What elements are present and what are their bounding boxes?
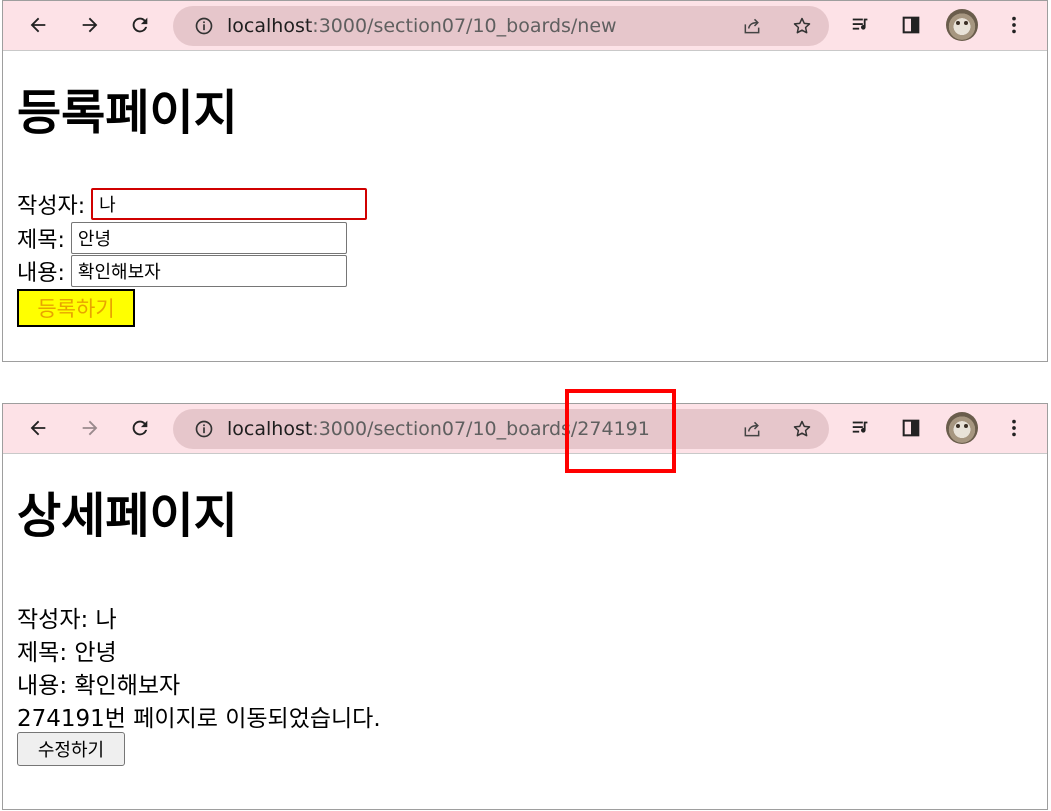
- forward-button[interactable]: [75, 10, 105, 40]
- browser-toolbar: localhost:3000/section07/10_boards/27419…: [3, 404, 1047, 454]
- reload-icon: [132, 420, 148, 436]
- browser-window-new: localhost:3000/section07/10_boards/new 등…: [2, 0, 1048, 362]
- detail-writer: 작성자: 나: [17, 607, 117, 633]
- url-path: :3000/section07/10_boards/274191: [312, 418, 650, 440]
- kebab-menu-icon: [1012, 419, 1016, 437]
- address-bar[interactable]: localhost:3000/section07/10_boards/new: [173, 6, 829, 46]
- media-queue-button[interactable]: [846, 413, 876, 443]
- share-icon[interactable]: [741, 418, 763, 440]
- url-host: localhost: [227, 418, 313, 440]
- url-host: localhost: [227, 15, 313, 37]
- share-icon[interactable]: [741, 15, 763, 37]
- menu-button[interactable]: [999, 10, 1029, 40]
- side-panel-button[interactable]: [896, 10, 926, 40]
- content-label: 내용:: [17, 261, 65, 286]
- address-bar[interactable]: localhost:3000/section07/10_boards/27419…: [173, 409, 829, 449]
- writer-input[interactable]: [91, 188, 368, 220]
- reload-button[interactable]: [125, 413, 155, 443]
- moved-message: 274191번 페이지로 이동되었습니다.: [17, 706, 381, 732]
- star-icon[interactable]: [791, 15, 813, 37]
- url-text[interactable]: localhost:3000/section07/10_boards/27419…: [227, 418, 650, 440]
- arrow-left-icon: [30, 420, 46, 436]
- detail-title: 제목: 안녕: [17, 640, 117, 666]
- title-row: 제목:: [17, 222, 347, 254]
- arrow-right-icon: [82, 420, 98, 436]
- url-path: :3000/section07/10_boards/new: [312, 15, 617, 37]
- writer-row: 작성자:: [17, 188, 368, 220]
- submit-button[interactable]: 등록하기: [17, 289, 135, 327]
- url-text[interactable]: localhost:3000/section07/10_boards/new: [227, 15, 617, 37]
- back-button[interactable]: [23, 10, 53, 40]
- edit-button[interactable]: 수정하기: [17, 732, 125, 766]
- side-panel-icon: [902, 16, 920, 34]
- title-input[interactable]: [70, 222, 347, 254]
- back-button[interactable]: [23, 413, 53, 443]
- media-queue-button[interactable]: [846, 10, 876, 40]
- browser-window-detail: localhost:3000/section07/10_boards/27419…: [2, 403, 1048, 810]
- profile-avatar[interactable]: [946, 412, 978, 444]
- menu-button[interactable]: [999, 413, 1029, 443]
- content-input[interactable]: [70, 255, 347, 287]
- browser-toolbar: localhost:3000/section07/10_boards/new: [3, 1, 1047, 51]
- side-panel-button[interactable]: [896, 413, 926, 443]
- content-row: 내용:: [17, 255, 347, 287]
- forward-button[interactable]: [75, 413, 105, 443]
- page-title: 상세페이지: [17, 488, 238, 544]
- star-icon[interactable]: [791, 418, 813, 440]
- profile-avatar[interactable]: [946, 9, 978, 41]
- writer-label: 작성자:: [17, 194, 86, 219]
- info-circle-icon[interactable]: [193, 418, 215, 440]
- arrow-left-icon: [30, 17, 46, 33]
- reload-icon: [132, 17, 148, 33]
- kebab-menu-icon: [1012, 16, 1016, 34]
- detail-content: 내용: 확인해보자: [17, 673, 181, 699]
- title-label: 제목:: [17, 228, 65, 253]
- reload-button[interactable]: [125, 10, 155, 40]
- media-queue-icon: [852, 421, 868, 433]
- side-panel-icon: [902, 419, 920, 437]
- arrow-right-icon: [82, 17, 98, 33]
- page-title: 등록페이지: [17, 85, 238, 141]
- info-circle-icon[interactable]: [193, 15, 215, 37]
- media-queue-icon: [852, 18, 868, 30]
